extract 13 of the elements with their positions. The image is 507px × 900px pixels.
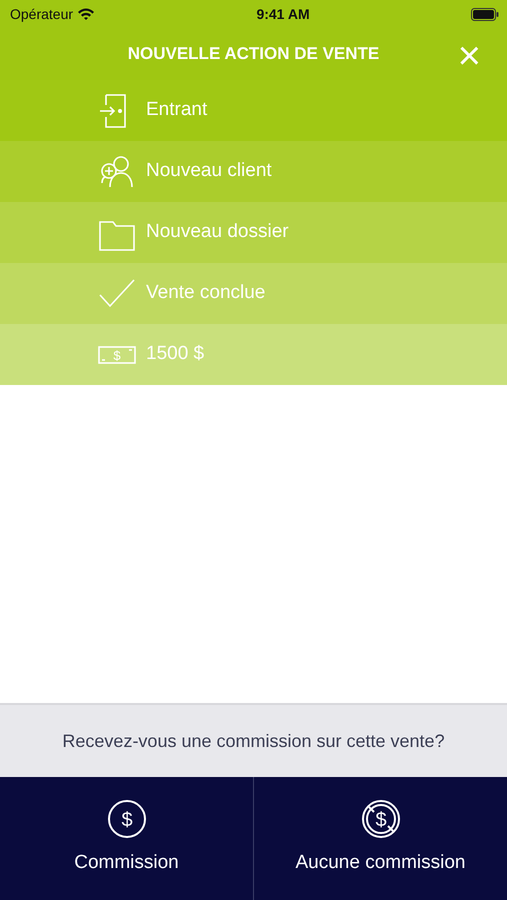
action-row[interactable]: $ 1500 $ (0, 324, 507, 385)
battery-icon (471, 8, 499, 20)
question-text: Recevez-vous une commission sur cette vente? (62, 730, 445, 752)
wifi-icon (77, 7, 96, 21)
carrier-label: Opérateur (10, 4, 74, 24)
close-button[interactable]: × (454, 36, 485, 76)
no-dollar-icon: $ (360, 799, 400, 840)
action-row[interactable]: Vente conclue (0, 263, 507, 324)
screen-title: NOUVELLE ACTION DE VENTE (128, 43, 380, 66)
action-row[interactable]: Nouveau client (0, 141, 507, 202)
clock-time: 9:41 AM (256, 4, 310, 24)
dollar-icon: $ (106, 799, 146, 840)
action-row[interactable]: Nouveau dossier (0, 202, 507, 263)
